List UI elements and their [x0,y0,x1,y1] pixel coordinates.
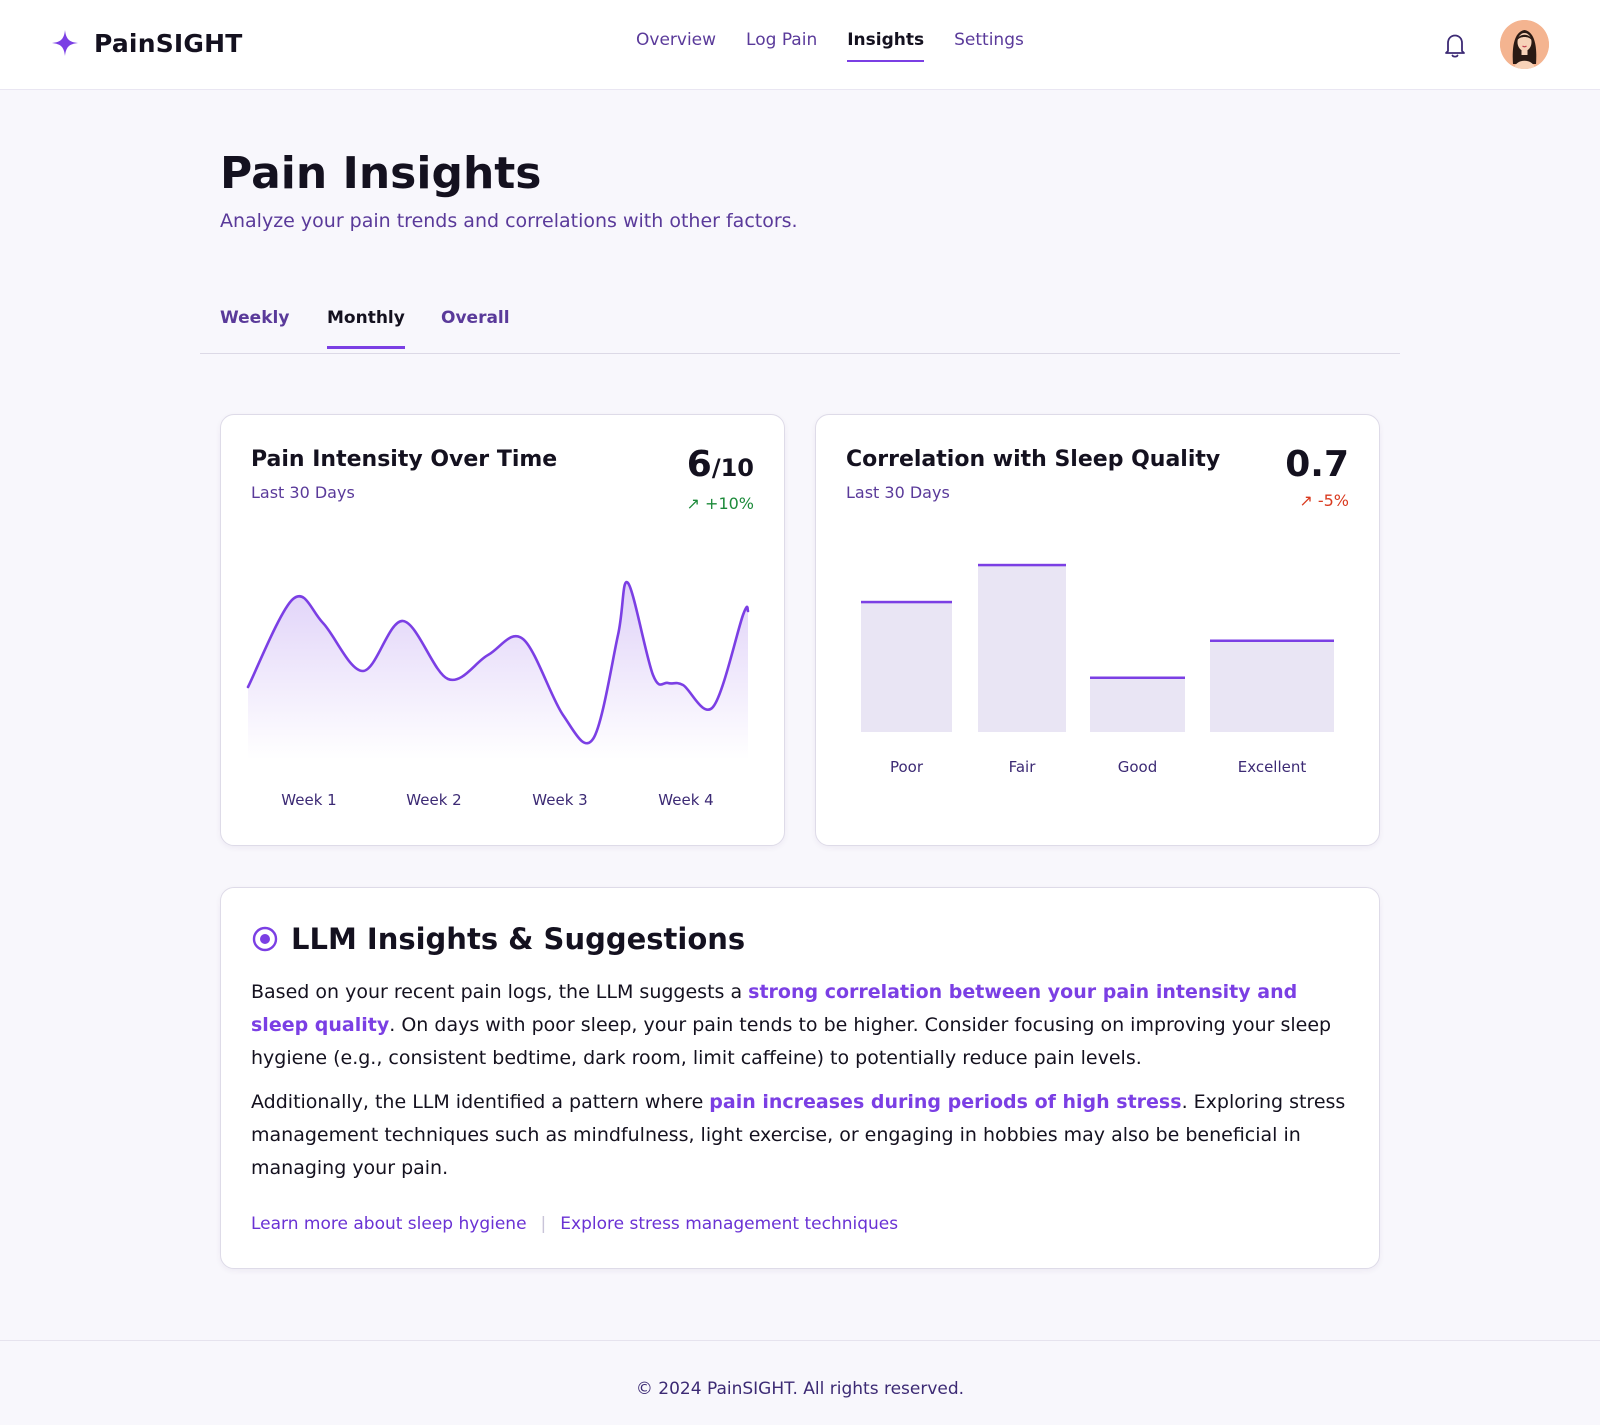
top-navigation-bar: PainSIGHT Overview Log Pain Insights Set… [0,0,1600,90]
card-title: Correlation with Sleep Quality [846,447,1221,472]
metric-change: ↗ -5% [1285,491,1349,510]
change-value: +10% [705,494,754,513]
resource-links: Learn more about sleep hygiene | Explore… [251,1214,898,1234]
bar-good [1090,676,1185,732]
brand-name: PainSIGHT [94,28,243,58]
tab-weekly[interactable]: Weekly [220,308,289,346]
metric-denominator: /10 [711,454,754,482]
avatar-illustration [1500,20,1549,69]
bar-top-line [978,563,1066,567]
paragraph-text: Additionally, the LLM identified a patte… [251,1091,710,1113]
trend-up-icon: ↗ [686,494,700,513]
tab-monthly[interactable]: Monthly [327,308,405,349]
pain-metric: 6/10 ↗ +10% [687,445,754,514]
x-tick-label: Good [1118,758,1158,776]
link-separator: | [540,1214,547,1234]
card-title: Pain Intensity Over Time [251,447,558,472]
sparkle-icon [52,30,78,56]
card-subtitle: Last 30 Days [846,483,950,502]
pain-intensity-chart: Week 1 Week 2 Week 3 Week 4 [246,580,750,809]
metric-value-line: 6/10 [687,445,754,488]
nav-overview[interactable]: Overview [636,30,716,62]
bar-fair [978,563,1066,732]
footer: © 2024 PainSIGHT. All rights reserved. [0,1340,1600,1425]
pain-area-fill [248,582,748,760]
x-tick-label: Poor [890,758,924,776]
bar-top-line [1090,676,1185,679]
period-tabs: Weekly Monthly Overall [200,300,1400,354]
x-tick-label: Fair [1009,758,1037,776]
page-title: Pain Insights [220,148,542,199]
llm-title: LLM Insights & Suggestions [291,922,746,956]
bar-top-line [861,600,952,604]
x-tick-label: Week 2 [406,791,461,809]
llm-paragraph-sleep: Based on your recent pain logs, the LLM … [251,976,1351,1075]
bar-poor [861,600,952,732]
highlight-stress-pattern: pain increases during periods of high st… [709,1091,1182,1113]
nav-log-pain[interactable]: Log Pain [746,30,817,62]
main-nav: Overview Log Pain Insights Settings [636,30,1054,62]
metric-value: 6 [686,444,712,485]
sleep-correlation-chart: Poor Fair Good Excellent [861,563,1334,776]
trend-up-icon: ↗ [1299,491,1313,510]
sleep-hygiene-link[interactable]: Learn more about sleep hygiene [251,1214,527,1234]
card-subtitle: Last 30 Days [251,483,355,502]
correlation-metric: 0.7 ↗ -5% [1285,444,1349,511]
metric-change: ↗ +10% [687,494,754,513]
tab-overall[interactable]: Overall [441,308,510,346]
bar-excellent [1210,639,1334,732]
paragraph-text: Based on your recent pain logs, the LLM … [251,981,749,1003]
paragraph-text: . On days with poor sleep, your pain ten… [251,1014,1332,1069]
x-tick-label: Week 4 [658,791,713,809]
pain-intensity-card: Pain Intensity Over Time Last 30 Days 6/… [220,414,785,846]
user-avatar[interactable] [1500,20,1549,69]
target-icon [252,926,278,952]
stress-management-link[interactable]: Explore stress management techniques [560,1214,898,1234]
change-value: -5% [1317,491,1349,510]
nav-insights[interactable]: Insights [847,30,925,62]
sleep-correlation-card: Correlation with Sleep Quality Last 30 D… [815,414,1380,846]
footer-copyright: © 2024 PainSIGHT. All rights reserved. [635,1379,965,1399]
x-tick-label: Week 3 [532,791,587,809]
bar-top-line [1210,639,1334,642]
x-tick-label: Week 1 [281,791,336,809]
brand[interactable]: PainSIGHT [50,28,243,58]
llm-paragraph-stress: Additionally, the LLM identified a patte… [251,1086,1351,1185]
llm-insights-card: LLM Insights & Suggestions Based on your… [220,887,1380,1269]
nav-settings[interactable]: Settings [954,30,1024,62]
x-tick-label: Excellent [1238,758,1307,776]
bell-icon[interactable] [1440,30,1470,60]
metric-value: 0.7 [1285,444,1349,485]
page-subtitle: Analyze your pain trends and correlation… [220,210,798,232]
